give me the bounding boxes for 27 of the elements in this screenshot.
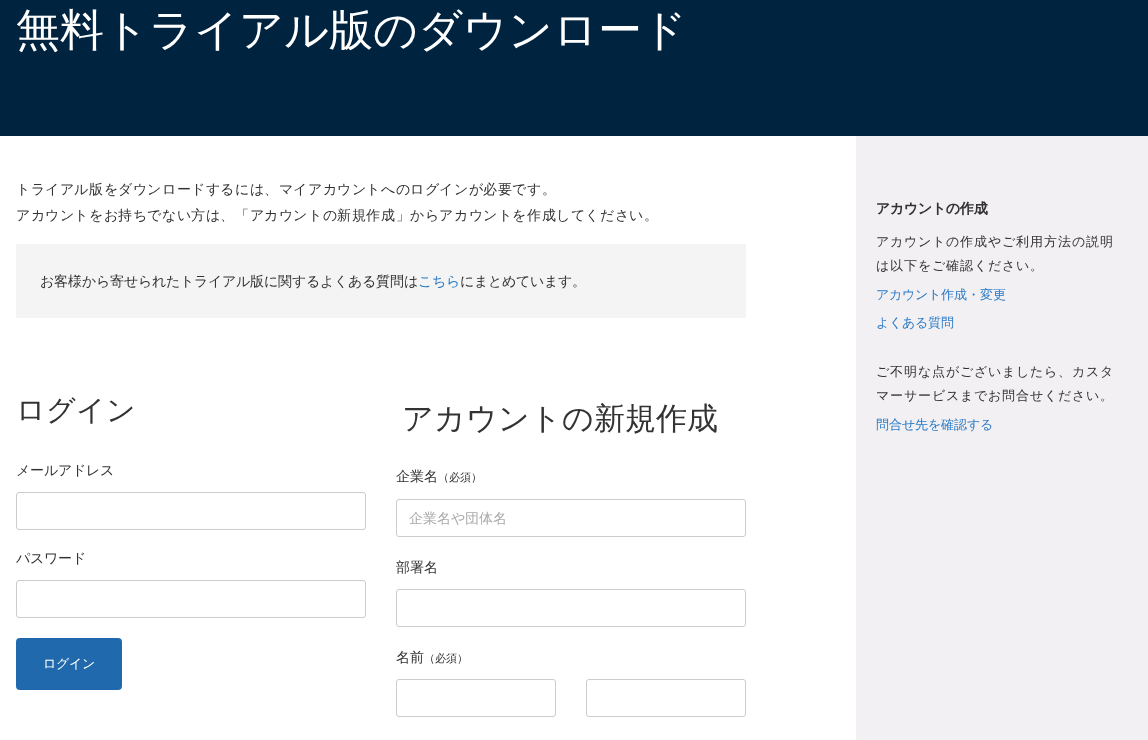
sidebar-heading: アカウントの作成 [876,199,989,218]
intro-text: アカウントをお持ちでない方は、「アカウントの新規作成」からアカウントを作成してください。 [16,206,660,225]
input-field[interactable] [16,492,366,530]
sidebar-link[interactable]: 問合せ先を確認する [876,417,993,432]
sidebar-link[interactable]: よくある質問 [876,315,954,330]
input-field[interactable]: 企業名や団体名 [396,498,746,537]
sidebar-text: アカウントの作成やご利用方法の説明は以下をご確認ください。 [876,233,1115,275]
required-note: （必須） [438,470,482,486]
faq-note-text: お客様から寄せられたトライアル版に関するよくある質問は こちら にまとめています。 [40,271,586,291]
field-label: 企業名 [396,467,438,486]
sidebar-text: ご不明な点がございましたら、カスタマーサービスまでお問合せください。 [876,363,1115,405]
input-field[interactable] [16,580,366,618]
input-field[interactable] [396,679,556,717]
field-label: パスワード [16,549,87,568]
faq-link[interactable]: こちら [418,272,460,289]
field-label: メールアドレス [16,461,115,480]
login-button[interactable]: ログイン [16,638,122,690]
required-note: （必須） [424,650,468,667]
login-heading: ログイン [16,392,137,429]
field-label: 名前 [396,647,424,667]
intro-text: トライアル版をダウンロードするには、マイアカウントへのログインが必要です。 [16,180,558,199]
input-field[interactable] [396,588,746,627]
sidebar-link[interactable]: アカウント作成・変更 [876,287,1006,302]
input-field[interactable] [586,679,746,717]
field-label: 部署名 [396,557,438,577]
signup-heading: アカウントの新規作成 [402,399,719,438]
page-title: 無料トライアル版のダウンロード [16,4,688,56]
